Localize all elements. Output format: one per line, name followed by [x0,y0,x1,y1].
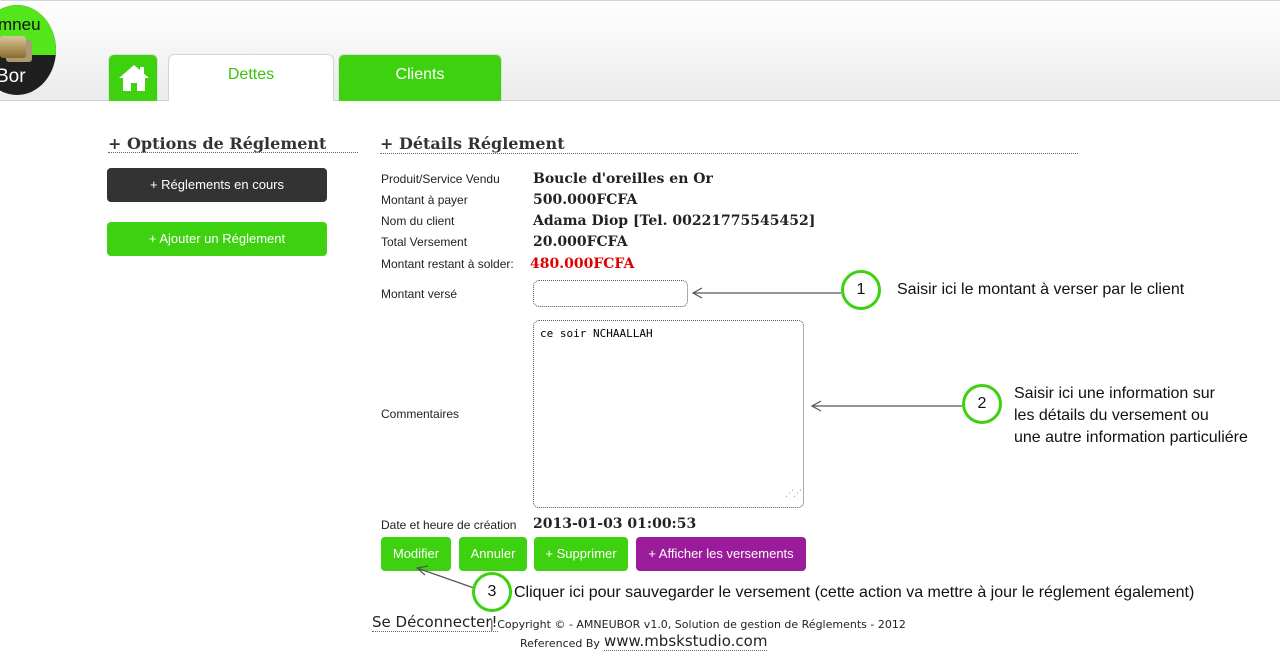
callout-3: 3 [472,572,512,612]
callout-2-text-line1: Saisir ici une information sur [1014,385,1215,402]
callout-2: 2 [962,384,1002,424]
callout-1-text: Saisir ici le montant à verser par le cl… [897,281,1185,298]
callout-2-text-line2: les détails du versement ou [1014,407,1209,424]
logout-link[interactable]: Se Déconnecter! [372,614,498,632]
copyright-text: | Copyright © - AMNEUBOR v1.0, Solution … [490,618,906,631]
arrow-line-3 [416,567,475,589]
callout-3-text: Cliquer ici pour sauvegarder le versemen… [514,584,1195,601]
callout-1: 1 [841,270,881,310]
referenced-by-text: Referenced By [520,637,600,650]
callout-2-text-line3: une autre information particuliére [1014,429,1248,446]
studio-link[interactable]: www.mbskstudio.com [604,633,768,651]
annotation-arrows [415,287,962,589]
